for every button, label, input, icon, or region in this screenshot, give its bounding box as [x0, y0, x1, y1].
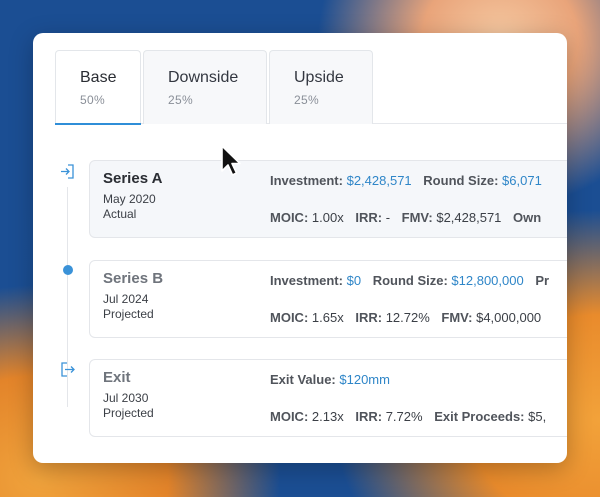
irr-value: - — [385, 210, 391, 225]
tab-label: Downside — [168, 69, 239, 86]
mouse-cursor-icon — [221, 145, 241, 176]
round-date: Jul 2030 — [103, 391, 149, 405]
irr-label: IRR: — [355, 310, 383, 325]
tab-downside[interactable]: Downside 25% — [143, 50, 267, 124]
round-summary-line: Investment: $0 Round Size: $12,800,000 P… — [270, 273, 549, 288]
tab-label: Base — [80, 69, 117, 86]
investment-label: Investment: — [270, 273, 343, 288]
tab-upside[interactable]: Upside 25% — [269, 50, 373, 124]
irr-value: 12.72% — [385, 310, 430, 325]
moic-value: 1.65x — [311, 310, 344, 325]
moic-value: 1.00x — [311, 210, 344, 225]
round-date: May 2020 — [103, 192, 156, 206]
round-summary-line: Exit Value: $120mm — [270, 372, 390, 387]
tab-weight: 25% — [168, 93, 193, 107]
fmv-label: FMV: — [441, 310, 473, 325]
irr-label: IRR: — [355, 210, 383, 225]
round-size-label: Round Size: — [423, 173, 499, 188]
round-metrics-line: MOIC: 1.65x IRR: 12.72% FMV: $4,000,000 — [270, 310, 541, 325]
timeline-card-exit[interactable]: Exit Jul 2030 Projected Exit Value: $120… — [89, 359, 567, 437]
round-metrics-line: MOIC: 1.00x IRR: - FMV: $2,428,571 Own — [270, 210, 541, 225]
tab-weight: 50% — [80, 93, 105, 107]
round-metrics-line: MOIC: 2.13x IRR: 7.72% Exit Proceeds: $5… — [270, 409, 546, 424]
tab-label: Upside — [294, 69, 344, 86]
round-title: Series A — [103, 170, 163, 187]
round-date: Jul 2024 — [103, 292, 149, 306]
tab-base[interactable]: Base 50% — [55, 50, 141, 125]
timeline-card-series-a[interactable]: Series A May 2020 Actual Investment: $2,… — [89, 160, 567, 238]
scenario-tabs: Base 50% Downside 25% Upside 25% — [55, 50, 567, 125]
irr-label: IRR: — [355, 409, 383, 424]
round-title: Series B — [103, 270, 164, 287]
exit-proceeds-label: Exit Proceeds: — [434, 409, 525, 424]
exit-proceeds-value: $5, — [528, 409, 547, 424]
round-title: Exit — [103, 369, 131, 386]
tab-weight: 25% — [294, 93, 319, 107]
fmv-label: FMV: — [401, 210, 433, 225]
irr-value: 7.72% — [385, 409, 423, 424]
investment-label: Investment: — [270, 173, 343, 188]
timeline-card-series-b[interactable]: Series B Jul 2024 Projected Investment: … — [89, 260, 567, 338]
moic-value: 2.13x — [311, 409, 344, 424]
fmv-value: $4,000,000 — [476, 310, 542, 325]
pre-money-label: Pr — [535, 273, 550, 288]
round-size-value: $6,071 — [502, 173, 542, 188]
moic-label: MOIC: — [270, 409, 309, 424]
scenario-window: Base 50% Downside 25% Upside 25% Series … — [33, 33, 567, 463]
moic-label: MOIC: — [270, 210, 309, 225]
round-summary-line: Investment: $2,428,571 Round Size: $6,07… — [270, 173, 542, 188]
dot-marker — [63, 265, 73, 275]
enter-icon — [61, 164, 74, 179]
exit-icon — [61, 362, 75, 377]
round-status: Projected — [103, 406, 154, 420]
investment-value: $2,428,571 — [346, 173, 412, 188]
round-status: Projected — [103, 307, 154, 321]
ownership-label: Own — [513, 210, 542, 225]
round-size-label: Round Size: — [372, 273, 448, 288]
moic-label: MOIC: — [270, 310, 309, 325]
round-size-value: $12,800,000 — [451, 273, 524, 288]
round-status: Actual — [103, 207, 137, 221]
exit-value: $120mm — [339, 372, 390, 387]
exit-value-label: Exit Value: — [270, 372, 336, 387]
investment-value: $0 — [346, 273, 362, 288]
fmv-value: $2,428,571 — [436, 210, 502, 225]
